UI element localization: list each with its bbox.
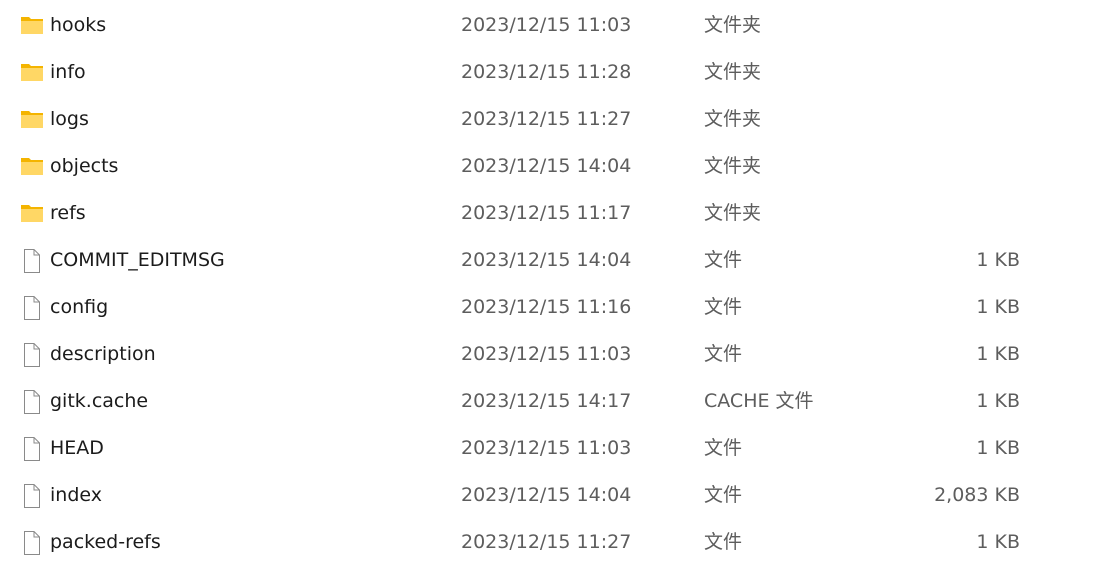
file-name: info	[50, 61, 86, 83]
file-name: config	[50, 296, 109, 318]
list-item-packed-refs[interactable]: packed-refs 2023/12/15 11:27 文件 1 KB	[0, 519, 1098, 566]
file-type: 文件	[704, 437, 743, 459]
file-icon	[20, 390, 44, 414]
folder-icon	[20, 108, 44, 130]
file-name: gitk.cache	[50, 390, 149, 412]
folder-icon	[20, 202, 44, 224]
file-name: logs	[50, 108, 89, 130]
file-size: 1 KB	[976, 249, 1020, 271]
date-modified: 2023/12/15 11:03	[461, 343, 632, 365]
date-modified: 2023/12/15 14:17	[461, 390, 632, 412]
list-item-head[interactable]: HEAD 2023/12/15 11:03 文件 1 KB	[0, 425, 1098, 472]
file-name: COMMIT_EDITMSG	[50, 249, 225, 271]
file-icon	[20, 437, 44, 461]
date-modified: 2023/12/15 11:27	[461, 531, 632, 553]
file-type: 文件	[704, 296, 743, 318]
list-item-info[interactable]: info 2023/12/15 11:28 文件夹	[0, 49, 1098, 96]
file-list: hooks 2023/12/15 11:03 文件夹 info 2023/12/…	[0, 0, 1098, 580]
folder-icon	[20, 155, 44, 177]
file-size: 1 KB	[976, 390, 1020, 412]
file-type: 文件夹	[704, 61, 762, 83]
date-modified: 2023/12/15 14:04	[461, 249, 632, 271]
file-size: 2,083 KB	[934, 484, 1020, 506]
list-item-objects[interactable]: objects 2023/12/15 14:04 文件夹	[0, 143, 1098, 190]
file-name: hooks	[50, 14, 107, 36]
list-item-refs[interactable]: refs 2023/12/15 11:17 文件夹	[0, 190, 1098, 237]
file-type: 文件夹	[704, 108, 762, 130]
folder-icon	[20, 61, 44, 83]
date-modified: 2023/12/15 14:04	[461, 484, 632, 506]
date-modified: 2023/12/15 11:27	[461, 108, 632, 130]
file-size: 1 KB	[976, 437, 1020, 459]
file-type: 文件	[704, 249, 743, 271]
file-type: 文件	[704, 484, 743, 506]
file-type: 文件夹	[704, 155, 762, 177]
file-type: 文件夹	[704, 202, 762, 224]
list-item-commit-editmsg[interactable]: COMMIT_EDITMSG 2023/12/15 14:04 文件 1 KB	[0, 237, 1098, 284]
file-size: 1 KB	[976, 296, 1020, 318]
date-modified: 2023/12/15 11:17	[461, 202, 632, 224]
file-icon	[20, 343, 44, 367]
file-name: objects	[50, 155, 119, 177]
date-modified: 2023/12/15 11:03	[461, 437, 632, 459]
file-name: index	[50, 484, 102, 506]
file-icon	[20, 484, 44, 508]
file-type: CACHE 文件	[704, 390, 814, 412]
date-modified: 2023/12/15 14:04	[461, 155, 632, 177]
file-size: 1 KB	[976, 531, 1020, 553]
file-icon	[20, 531, 44, 555]
date-modified: 2023/12/15 11:03	[461, 14, 632, 36]
list-item-config[interactable]: config 2023/12/15 11:16 文件 1 KB	[0, 284, 1098, 331]
file-size: 1 KB	[976, 343, 1020, 365]
file-name: refs	[50, 202, 86, 224]
list-item-logs[interactable]: logs 2023/12/15 11:27 文件夹	[0, 96, 1098, 143]
folder-icon	[20, 14, 44, 36]
file-type: 文件	[704, 343, 743, 365]
list-item-gitk-cache[interactable]: gitk.cache 2023/12/15 14:17 CACHE 文件 1 K…	[0, 378, 1098, 425]
list-item-description[interactable]: description 2023/12/15 11:03 文件 1 KB	[0, 331, 1098, 378]
file-name: description	[50, 343, 156, 365]
file-type: 文件夹	[704, 14, 762, 36]
file-icon	[20, 296, 44, 320]
file-type: 文件	[704, 531, 743, 553]
file-name: HEAD	[50, 437, 104, 459]
list-item-hooks[interactable]: hooks 2023/12/15 11:03 文件夹	[0, 2, 1098, 49]
file-name: packed-refs	[50, 531, 161, 553]
date-modified: 2023/12/15 11:28	[461, 61, 632, 83]
list-item-index[interactable]: index 2023/12/15 14:04 文件 2,083 KB	[0, 472, 1098, 519]
file-icon	[20, 249, 44, 273]
date-modified: 2023/12/15 11:16	[461, 296, 632, 318]
